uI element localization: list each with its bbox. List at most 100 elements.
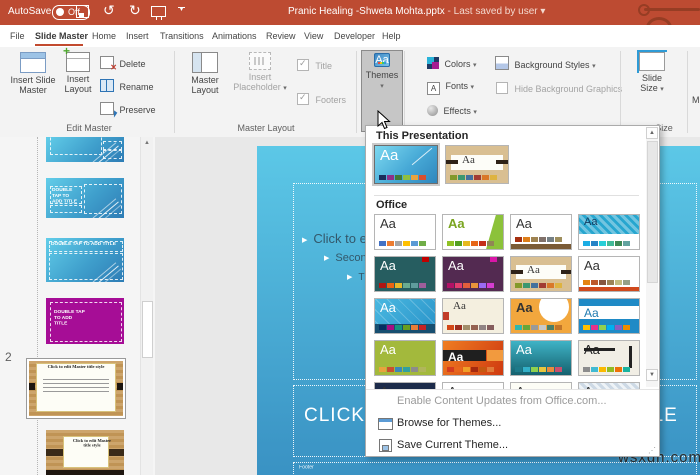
title-checkbox-label: Title [315,61,332,71]
theme-sliver-white-a[interactable]: Aa [442,382,504,390]
preserve-label: Preserve [120,105,156,115]
insert-layout-button[interactable]: Insert Layout [58,52,98,95]
slide-size-button[interactable]: Slide Size ▾ [629,52,675,94]
scrollbar-thumb[interactable] [142,301,153,358]
theme-sliver-navy[interactable]: Aa [374,382,436,390]
theme-depth-teal[interactable]: Aa [510,340,572,376]
theme-badge-orange-circle[interactable]: Aa [510,298,572,334]
redo-icon[interactable]: ↻ [129,2,141,19]
theme-banded-blue[interactable]: Aa [578,298,640,334]
slide-thumbnail-panel: DOUBLE TAP TO ADD TITLE DOUBLE TAP TO AD… [0,137,155,475]
sidebar-scrollbar[interactable]: ▲ [140,137,153,475]
tab-view[interactable]: View [304,31,323,41]
undo-icon[interactable]: ↺ [103,2,115,19]
saved-status[interactable]: Last saved by user [454,6,538,17]
theme-main-event[interactable]: Aa [578,340,640,376]
checkbox-checked-icon [297,93,309,105]
theme-aa-label: Aa [516,342,532,357]
theme-organic-paper[interactable]: Aa [445,145,509,184]
theme-color-swatches [450,175,497,180]
thumbnail-master-wood[interactable]: Click to edit Master title style [26,358,126,419]
decorative-arc [646,17,672,25]
footer-label: Footer [299,465,314,470]
theme-aa-label: Aa [584,342,600,357]
save-current-theme-label: Save Current Theme... [397,439,508,451]
tab-developer[interactable]: Developer [334,31,375,41]
effects-button[interactable]: Effects ▾ [427,105,477,116]
theme-aa-label: Aa [453,300,466,312]
rename-button[interactable]: Rename [100,79,154,92]
theme-aa-label: Aa [584,258,600,273]
this-presentation-header: This Presentation [376,130,468,142]
theme-color-swatches [515,283,562,288]
theme-integral-teal[interactable]: Aa [578,214,640,250]
tab-animations[interactable]: Animations [212,31,257,41]
scroll-up-icon[interactable]: ▲ [646,127,658,139]
tab-file[interactable]: File [10,31,25,41]
thumbnail-layout-two-content[interactable]: DOUBLE TAP TO ADD TITLE [46,178,124,218]
office-header: Office [376,199,407,211]
themes-label: Themes [366,70,399,80]
theme-facet-green[interactable]: Aa [442,214,504,250]
rename-label: Rename [120,82,154,92]
theme-sliver-white-b[interactable]: Aa [510,382,572,390]
theme-white[interactable]: Aa [374,214,436,250]
insert-slide-master-button[interactable]: Insert Slide Master [10,52,56,96]
tab-home[interactable]: Home [92,31,116,41]
save-current-theme-item[interactable]: Save Current Theme... [366,436,659,456]
rename-icon [100,79,114,92]
tab-help[interactable]: Help [382,31,401,41]
chevron-down-icon: ▾ [592,63,596,70]
themes-icon: Aa [374,53,389,67]
thumbnail-layout-wood[interactable]: Click to edit Master title style [46,430,124,475]
group-divider [404,51,405,133]
scrollbar-thumb[interactable] [647,141,658,283]
start-slideshow-icon[interactable] [151,6,166,17]
browse-for-themes-label: Browse for Themes... [397,417,501,429]
content-placeholder-box [84,184,122,214]
theme-aa-label: Aa [448,384,464,390]
theme-ion-dark-teal[interactable]: Aa [374,256,436,292]
theme-aa-label: Aa [380,147,398,164]
theme-color-swatches [583,241,630,246]
theme-retrospect[interactable]: Aa [578,256,640,292]
theme-color-swatches [583,325,630,330]
customize-quick-access-icon[interactable] [178,7,185,13]
scroll-down-icon[interactable]: ▼ [646,369,658,381]
browse-for-themes-item[interactable]: Browse for Themes... [366,414,659,434]
thumbnail-layout-title-only[interactable]: DOUBLE TAP TO ADD TITLE [46,238,124,282]
preserve-button[interactable]: Preserve [100,102,156,115]
chevron-down-icon: ▾ [283,85,287,92]
thumbnail-layout-magenta[interactable]: DOUBLE TAP TO ADD TITLE [46,298,124,344]
tab-insert[interactable]: Insert [126,31,149,41]
theme-organic-paper[interactable]: Aa [510,256,572,292]
delete-icon [100,56,114,69]
bottom-strip [46,470,124,475]
theme-cream-flag[interactable]: Aa [442,298,504,334]
tab-transitions[interactable]: Transitions [160,31,204,41]
resize-grip-icon[interactable]: ⋰ [648,446,656,455]
theme-ion-boardroom-purple[interactable]: Aa [442,256,504,292]
fonts-button[interactable]: A Fonts ▾ [427,81,474,95]
scroll-up-icon[interactable]: ▲ [141,137,153,149]
theme-wisp[interactable]: Aa [510,214,572,250]
themes-gallery: This Presentation AaAa Office AaAaAaAaAa… [366,126,659,390]
preserve-icon [100,102,114,115]
save-icon[interactable] [76,5,89,18]
theme-berlin-orange[interactable]: Aa [442,340,504,376]
colors-button[interactable]: Colors ▾ [427,57,477,69]
tab-review[interactable]: Review [266,31,296,41]
theme-current-blue[interactable]: Aa [374,145,438,184]
theme-slice-blue[interactable]: Aa [374,298,436,334]
placeholder-box [103,150,122,159]
background-styles-button[interactable]: Background Styles ▾ [495,56,596,70]
gallery-scrollbar[interactable]: ▲ ▼ [646,127,658,387]
theme-basis-green[interactable]: Aa [374,340,436,376]
thumbnail-layout-partial[interactable] [46,137,124,162]
delete-button[interactable]: Delete [100,56,146,69]
master-layout-button[interactable]: Master Layout [180,52,230,96]
insert-placeholder-button: Insert Placeholder ▾ [232,52,288,93]
theme-sliver-pattern[interactable]: Aa [578,382,640,390]
document-title: Pranic Healing -Shweta Mohta.pptx - Last… [288,6,545,17]
tab-slide-master[interactable]: Slide Master [35,31,88,41]
